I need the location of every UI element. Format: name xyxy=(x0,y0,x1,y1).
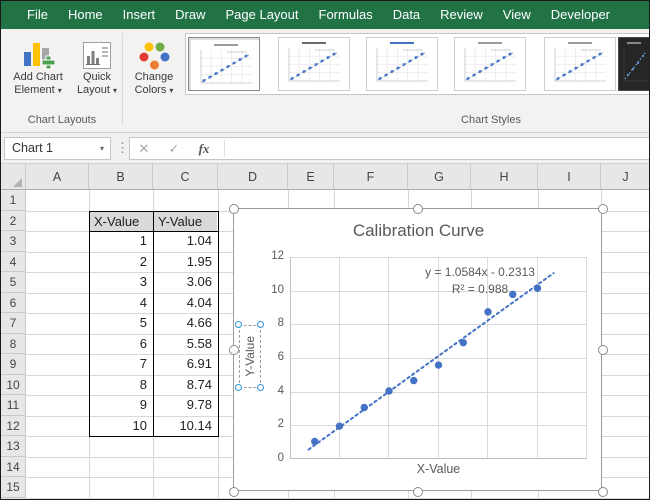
row-header-3[interactable]: 3 xyxy=(1,231,26,252)
data-point[interactable] xyxy=(336,422,343,429)
y-axis-title-selected[interactable]: Y-Value xyxy=(239,325,261,388)
y-title-handle-se[interactable] xyxy=(257,384,264,391)
y-tick-2: 2 xyxy=(258,418,284,430)
column-header-I[interactable]: I xyxy=(538,164,601,190)
row-header-13[interactable]: 13 xyxy=(1,436,26,457)
row-header-1[interactable]: 1 xyxy=(1,190,26,211)
column-header-B[interactable]: B xyxy=(89,164,153,190)
table-outer-border xyxy=(89,211,219,437)
data-point[interactable] xyxy=(361,404,368,411)
y-tick-0: 0 xyxy=(258,452,284,464)
row-header-7[interactable]: 7 xyxy=(1,313,26,334)
chart-resize-handle-ne[interactable] xyxy=(598,204,608,214)
column-header-F[interactable]: F xyxy=(334,164,408,190)
chart-resize-handle-w[interactable] xyxy=(229,345,239,355)
column-header-D[interactable]: D xyxy=(218,164,288,190)
data-point[interactable] xyxy=(385,387,392,394)
row-header-10[interactable]: 10 xyxy=(1,375,26,396)
row-header-8[interactable]: 8 xyxy=(1,334,26,355)
row-header-15[interactable]: 15 xyxy=(1,477,26,498)
data-point[interactable] xyxy=(410,377,417,384)
y-tick-6: 6 xyxy=(258,351,284,363)
data-point[interactable] xyxy=(484,308,491,315)
table-column-divider xyxy=(153,211,154,437)
y-tick-12: 12 xyxy=(258,250,284,262)
column-header-C[interactable]: C xyxy=(153,164,218,190)
y-title-handle-sw[interactable] xyxy=(235,384,242,391)
chart-resize-handle-n[interactable] xyxy=(413,204,423,214)
row-header-9[interactable]: 9 xyxy=(1,354,26,375)
column-header-H[interactable]: H xyxy=(471,164,538,190)
x-axis-title[interactable]: X-Value xyxy=(290,462,587,476)
row-header-12[interactable]: 12 xyxy=(1,416,26,437)
data-point[interactable] xyxy=(435,361,442,368)
row-header-6[interactable]: 6 xyxy=(1,293,26,314)
chart-resize-handle-se[interactable] xyxy=(598,487,608,497)
grid-hline xyxy=(26,498,650,499)
chart-resize-handle-sw[interactable] xyxy=(229,487,239,497)
column-header-G[interactable]: G xyxy=(408,164,471,190)
y-tick-10: 10 xyxy=(258,284,284,296)
trendline-r-squared: R² = 0.988 xyxy=(400,281,560,298)
y-title-handle-ne[interactable] xyxy=(257,321,264,328)
header-bottom-border xyxy=(1,189,650,190)
chart-resize-handle-nw[interactable] xyxy=(229,204,239,214)
chart-title[interactable]: Calibration Curve xyxy=(234,221,603,241)
row-header-2[interactable]: 2 xyxy=(1,211,26,232)
excel-window: File Home Insert Draw Page Layout Formul… xyxy=(0,0,650,500)
chart-object[interactable]: Calibration Curve y = 1.0584x - 0.2313 R… xyxy=(233,208,602,491)
table-header-divider xyxy=(89,231,219,232)
column-header-E[interactable]: E xyxy=(288,164,334,190)
row-header-4[interactable]: 4 xyxy=(1,252,26,273)
row-header-11[interactable]: 11 xyxy=(1,395,26,416)
trendline-label[interactable]: y = 1.0584x - 0.2313 R² = 0.988 xyxy=(400,264,560,298)
y-title-handle-nw[interactable] xyxy=(235,321,242,328)
chart-resize-handle-s[interactable] xyxy=(413,487,423,497)
data-point[interactable] xyxy=(311,438,318,445)
column-header-J[interactable]: J xyxy=(601,164,650,190)
chart-resize-handle-e[interactable] xyxy=(598,345,608,355)
column-header-A[interactable]: A xyxy=(26,164,89,190)
trendline-equation: y = 1.0584x - 0.2313 xyxy=(400,264,560,281)
data-point[interactable] xyxy=(460,339,467,346)
row-header-14[interactable]: 14 xyxy=(1,457,26,478)
row-header-5[interactable]: 5 xyxy=(1,272,26,293)
